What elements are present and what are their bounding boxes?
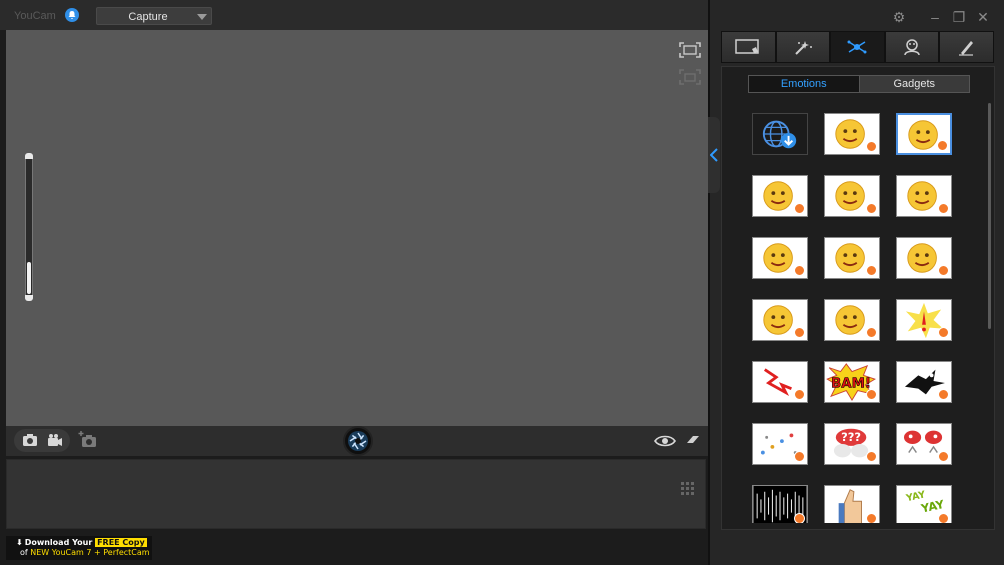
promo-free-copy: FREE Copy xyxy=(95,538,147,547)
zoom-out-handle[interactable] xyxy=(25,295,33,301)
timer-snapshot-icon[interactable] xyxy=(78,430,100,450)
frame-icon xyxy=(735,39,759,54)
new-badge-icon xyxy=(866,451,877,462)
eraser-icon[interactable] xyxy=(686,434,700,446)
bam-text: BAM! xyxy=(831,377,871,392)
sleepy-face-icon[interactable] xyxy=(896,113,952,155)
new-badge-icon xyxy=(794,265,805,276)
new-badge-icon xyxy=(938,265,949,276)
settings-gear-icon[interactable]: ⚙ xyxy=(892,10,906,24)
promo-line-1: ⬇ Download Your FREE Copy xyxy=(16,538,152,548)
video-camera-icon[interactable] xyxy=(44,432,66,449)
angry-bubbles-icon[interactable] xyxy=(896,423,952,465)
download-more-icon[interactable] xyxy=(752,113,808,155)
magic-wand-icon xyxy=(794,41,812,55)
fullscreen-icon[interactable] xyxy=(678,41,702,59)
tab-magic[interactable] xyxy=(775,31,831,63)
noise-bars-icon[interactable] xyxy=(752,485,808,523)
tab-draw[interactable] xyxy=(939,31,994,63)
close-icon[interactable]: ✕ xyxy=(976,10,990,24)
new-badge-icon xyxy=(794,451,805,462)
grinning-face-icon[interactable] xyxy=(752,299,808,341)
question-bubbles-icon[interactable]: ??? xyxy=(824,423,880,465)
new-badge-icon xyxy=(794,513,805,523)
tab-gadgets[interactable]: Gadgets xyxy=(859,76,969,92)
exclamation-burst-icon[interactable] xyxy=(896,299,952,341)
nervous-face-icon[interactable] xyxy=(896,237,952,279)
effects-content: Emotions Gadgets BAM! ??? YAY YAY xyxy=(721,66,995,530)
new-badge-icon xyxy=(937,140,948,151)
promo-product: NEW YouCam 7 + PerfectCam xyxy=(30,548,150,557)
camera-icon[interactable] xyxy=(19,432,41,449)
new-badge-icon xyxy=(938,513,949,523)
promo-banner[interactable]: ⬇ Download Your FREE Copy of NEW YouCam 7… xyxy=(6,536,152,560)
collapse-panel-button[interactable] xyxy=(708,117,720,193)
tab-frames[interactable] xyxy=(721,31,776,63)
new-badge-icon xyxy=(794,389,805,400)
new-badge-icon xyxy=(938,389,949,400)
new-badge-icon xyxy=(866,389,877,400)
restore-icon[interactable]: ❐ xyxy=(952,10,966,24)
download-icon: ⬇ xyxy=(16,538,23,547)
new-badge-icon xyxy=(938,203,949,214)
new-badge-icon xyxy=(866,513,877,523)
capture-mode-toggle[interactable] xyxy=(14,429,70,452)
shutter-button[interactable] xyxy=(343,426,373,456)
promo-line-2: of NEW YouCam 7 + PerfectCam xyxy=(16,548,152,558)
scrollbar[interactable] xyxy=(988,103,991,329)
confused-face-icon[interactable] xyxy=(824,237,880,279)
yay-text-icon[interactable]: YAY YAY xyxy=(896,485,952,523)
tab-particles[interactable] xyxy=(830,31,885,63)
zoom-in-handle[interactable] xyxy=(25,153,33,159)
new-badge-icon xyxy=(866,141,877,152)
new-badge-icon xyxy=(866,203,877,214)
category-tabs: Emotions Gadgets xyxy=(748,75,970,93)
new-badge-icon xyxy=(866,327,877,338)
promo-line-2-prefix: of xyxy=(20,548,28,557)
notification-bell-icon[interactable] xyxy=(65,8,79,22)
scared-face-icon[interactable] xyxy=(752,237,808,279)
new-badge-icon xyxy=(794,327,805,338)
brush-icon xyxy=(959,41,974,56)
tab-avatar[interactable] xyxy=(884,31,940,63)
minimize-icon[interactable]: – xyxy=(928,10,942,24)
effects-tabs xyxy=(721,31,994,63)
question-text: ??? xyxy=(841,430,861,444)
mode-select[interactable]: Capture xyxy=(96,7,212,25)
wink-face-icon[interactable] xyxy=(824,299,880,341)
bam-text-icon[interactable]: BAM! xyxy=(824,361,880,403)
tab-emotions[interactable]: Emotions xyxy=(749,76,860,92)
particle-effects-icon xyxy=(847,40,867,54)
thumbs-up-icon[interactable] xyxy=(824,485,880,523)
camera-preview xyxy=(6,30,708,426)
avatar-icon xyxy=(904,39,920,56)
question-marks-icon[interactable] xyxy=(752,423,808,465)
bored-face-icon[interactable] xyxy=(752,175,808,217)
new-badge-icon xyxy=(938,327,949,338)
effects-grid: BAM! ??? YAY YAY xyxy=(752,113,956,523)
zoom-slider[interactable] xyxy=(25,153,33,301)
mode-select-value: Capture xyxy=(128,11,168,23)
media-gallery xyxy=(6,459,706,529)
capture-controls xyxy=(6,426,708,456)
love-face-icon[interactable] xyxy=(896,175,952,217)
eye-icon[interactable] xyxy=(654,434,676,448)
download-more-icon-art xyxy=(762,120,797,149)
crow-icon[interactable] xyxy=(896,361,952,403)
angry-face-icon[interactable] xyxy=(824,113,880,155)
lightning-icon[interactable] xyxy=(752,361,808,403)
chevron-down-icon xyxy=(197,14,207,20)
picture-in-picture-icon[interactable] xyxy=(678,68,702,86)
new-badge-icon xyxy=(794,203,805,214)
effects-panel: ⚙ – ❐ ✕ Emotions Gadgets BAM! ??? YAY YA… xyxy=(708,0,1004,565)
new-badge-icon xyxy=(938,451,949,462)
promo-line-1-prefix: Download Your xyxy=(24,538,93,547)
app-title: YouCam xyxy=(14,10,56,22)
title-bar: YouCam Capture xyxy=(0,0,708,30)
grid-view-icon[interactable] xyxy=(681,482,695,496)
new-badge-icon xyxy=(866,265,877,276)
chevron-left-icon xyxy=(710,148,718,162)
laughing-face-icon[interactable] xyxy=(824,175,880,217)
zoom-level-fill xyxy=(27,261,31,294)
